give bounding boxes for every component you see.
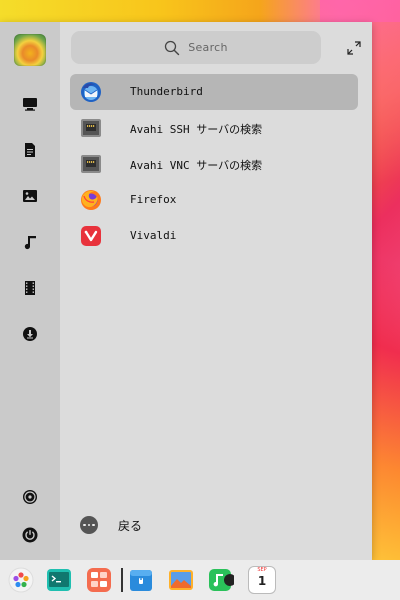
network-server-icon bbox=[81, 119, 101, 137]
image-viewer-icon[interactable] bbox=[168, 567, 194, 593]
app-item-thunderbird[interactable]: Thunderbird bbox=[70, 74, 358, 110]
app-label: Firefox bbox=[130, 193, 177, 206]
launcher-sidebar bbox=[0, 22, 60, 560]
search-icon bbox=[165, 40, 180, 55]
power-icon[interactable] bbox=[20, 525, 40, 545]
network-server-icon bbox=[81, 155, 101, 173]
terminal-icon[interactable] bbox=[46, 567, 72, 593]
launcher-main: Search Thunderbird Avahi SSH サーバの検索 Avah… bbox=[60, 22, 372, 560]
settings-icon[interactable] bbox=[20, 487, 40, 507]
app-item-vivaldi[interactable]: Vivaldi bbox=[70, 218, 358, 254]
vivaldi-icon bbox=[81, 226, 101, 246]
app-label: Thunderbird bbox=[130, 85, 203, 98]
pictures-icon[interactable] bbox=[20, 186, 40, 206]
fullscreen-toggle-icon[interactable] bbox=[346, 40, 362, 56]
more-icon bbox=[80, 516, 98, 534]
file-manager-icon[interactable] bbox=[128, 567, 154, 593]
multitasking-icon[interactable] bbox=[86, 567, 112, 593]
videos-icon[interactable] bbox=[20, 278, 40, 298]
downloads-icon[interactable] bbox=[20, 324, 40, 344]
app-item-avahi-vnc[interactable]: Avahi VNC サーバの検索 bbox=[70, 146, 358, 182]
calendar-day: 1 bbox=[257, 574, 267, 588]
dock: SEP 1 bbox=[0, 560, 400, 600]
computer-icon[interactable] bbox=[20, 94, 40, 114]
app-label: Avahi SSH サーバの検索 bbox=[130, 123, 263, 136]
music-player-icon[interactable] bbox=[208, 567, 234, 593]
app-label: Vivaldi bbox=[130, 229, 177, 242]
app-item-avahi-ssh[interactable]: Avahi SSH サーバの検索 bbox=[70, 110, 358, 146]
back-label: 戻る bbox=[118, 518, 143, 533]
search-placeholder: Search bbox=[188, 41, 228, 54]
firefox-icon bbox=[81, 190, 101, 210]
documents-icon[interactable] bbox=[20, 140, 40, 160]
calendar-icon[interactable]: SEP 1 bbox=[249, 567, 275, 593]
calendar-month: SEP bbox=[257, 567, 267, 573]
music-icon[interactable] bbox=[20, 232, 40, 252]
launcher-icon[interactable] bbox=[8, 567, 34, 593]
thunderbird-icon bbox=[81, 82, 101, 102]
search-input[interactable]: Search bbox=[71, 31, 321, 64]
launcher-panel: Search Thunderbird Avahi SSH サーバの検索 Avah… bbox=[0, 22, 372, 560]
app-label: Avahi VNC サーバの検索 bbox=[130, 159, 263, 172]
user-avatar[interactable] bbox=[14, 34, 46, 66]
dock-separator bbox=[121, 568, 123, 592]
back-button[interactable]: 戻る bbox=[80, 516, 142, 534]
app-item-firefox[interactable]: Firefox bbox=[70, 182, 358, 218]
